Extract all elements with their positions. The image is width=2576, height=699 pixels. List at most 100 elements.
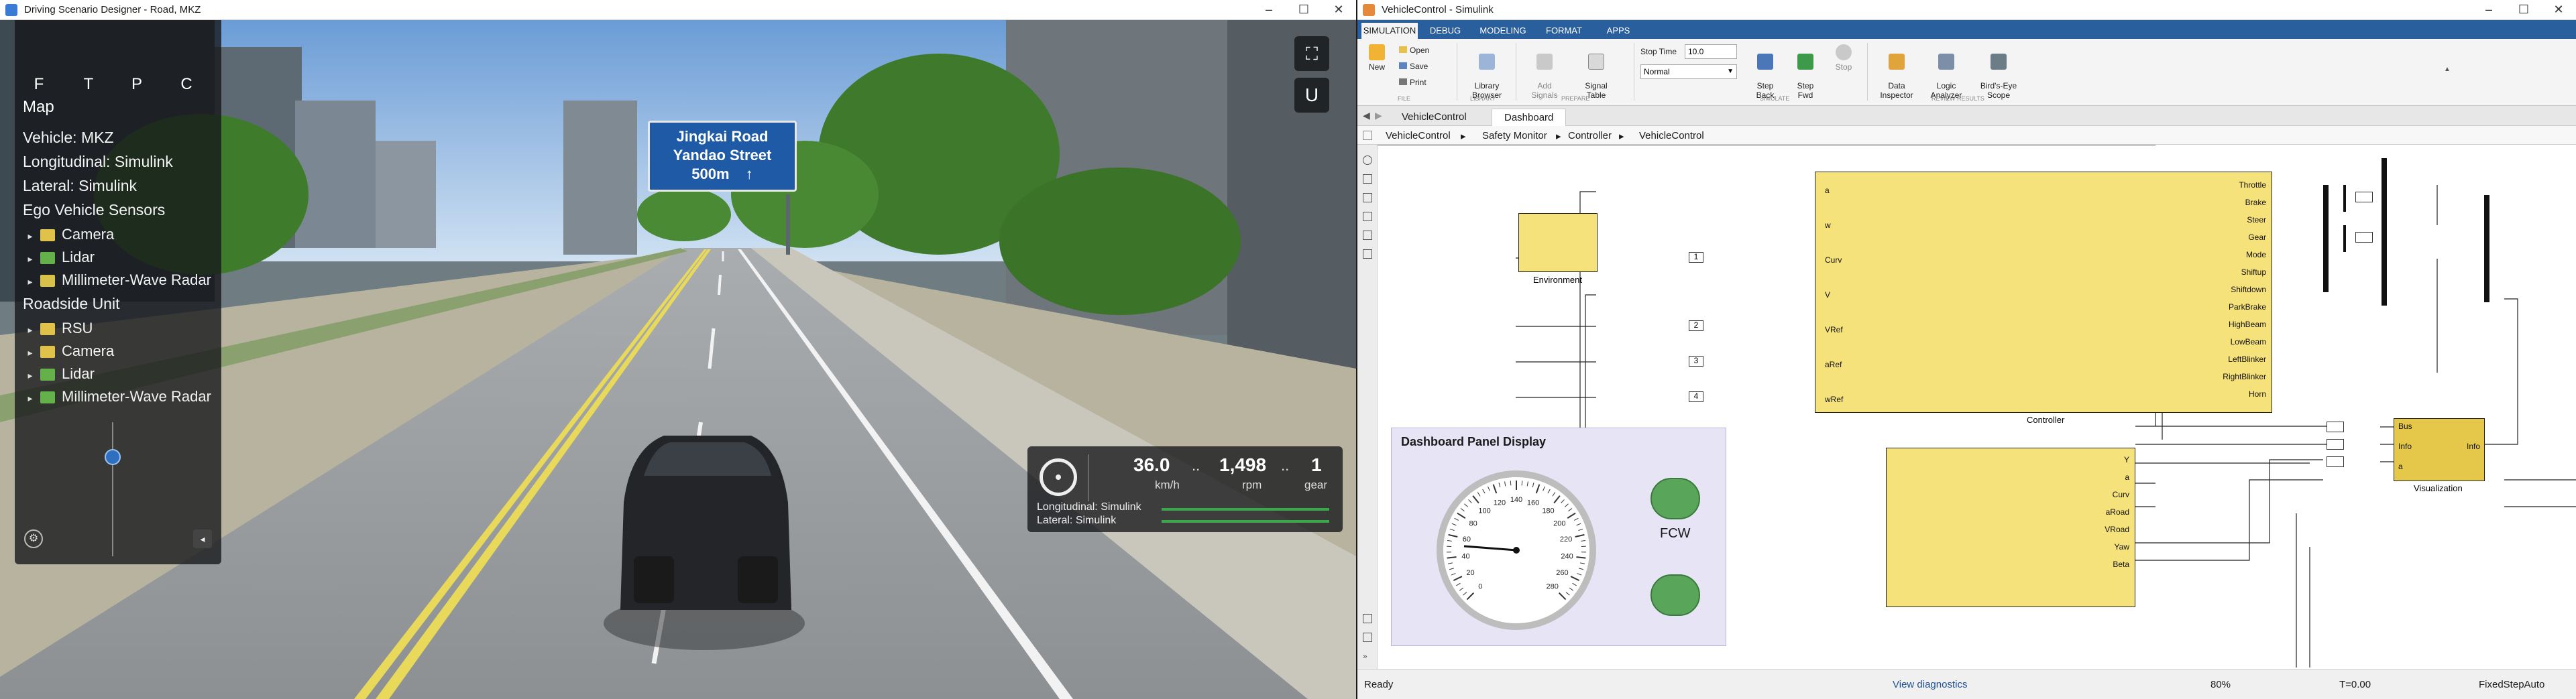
step-back-button[interactable]: Step Back bbox=[1746, 44, 1784, 100]
breadcrumb-item[interactable]: VehicleControl bbox=[1639, 130, 1704, 141]
chevron-right-icon[interactable]: ▸ bbox=[24, 365, 36, 386]
left-close-button[interactable]: ✕ bbox=[1321, 0, 1356, 20]
view-top-button[interactable]: T bbox=[74, 70, 103, 99]
mux-block[interactable] bbox=[2327, 422, 2344, 432]
view-diagnostics-link[interactable]: View diagnostics bbox=[1893, 679, 1967, 690]
print-button[interactable]: Print bbox=[1399, 78, 1426, 87]
tab-debug[interactable]: DEBUG bbox=[1422, 23, 1469, 39]
breadcrumb-item[interactable]: VehicleControl bbox=[1386, 130, 1451, 141]
chevron-right-icon[interactable]: ▸ bbox=[24, 271, 36, 292]
left-minimize-button[interactable]: – bbox=[1251, 0, 1286, 20]
new-button[interactable]: New bbox=[1363, 44, 1391, 72]
arrow-icon[interactable] bbox=[1363, 193, 1372, 202]
model-data-icon[interactable] bbox=[1363, 614, 1372, 623]
image-icon[interactable] bbox=[1363, 231, 1372, 240]
property-inspector-icon[interactable] bbox=[1363, 633, 1372, 642]
collapse-panel-icon[interactable]: ◂ bbox=[193, 529, 212, 548]
roadside-radar[interactable]: ▸ Millimeter-Wave Radar bbox=[24, 386, 211, 407]
doc-tab-vehiclecontrol[interactable]: VehicleControl bbox=[1390, 109, 1479, 126]
settings-icon[interactable]: ⚙ bbox=[24, 529, 43, 548]
open-button[interactable]: Open bbox=[1399, 46, 1429, 55]
area-icon[interactable] bbox=[1363, 249, 1372, 259]
view-chase-button[interactable]: C bbox=[172, 70, 201, 99]
controller-block[interactable]: a w Curv V VRef aRef wRef Throttle Brake… bbox=[1815, 172, 2272, 413]
stop-time-input[interactable]: 10.0 bbox=[1685, 44, 1737, 59]
gauge-tick-label: 140 bbox=[1510, 496, 1522, 504]
expand-icon[interactable]: » bbox=[1363, 651, 1367, 661]
breadcrumb-item[interactable]: Safety Monitor bbox=[1482, 130, 1547, 141]
data-inspector-button[interactable]: Data Inspector bbox=[1874, 44, 1919, 100]
tab-simulation[interactable]: SIMULATION bbox=[1361, 23, 1418, 39]
nav-back-icon[interactable]: ◀ bbox=[1363, 110, 1370, 121]
fcw-label: FCW bbox=[1660, 526, 1691, 541]
road-sign-line2: Yandao Street bbox=[673, 147, 772, 164]
chevron-right-icon[interactable]: ▸ bbox=[24, 342, 36, 363]
model-canvas[interactable]: Environment 1 2 3 4 a w Curv V VRef aRef… bbox=[1378, 145, 2576, 669]
controller-out-shiftup: Shiftup bbox=[2241, 267, 2266, 277]
signal-table-button[interactable]: Signal Table bbox=[1572, 44, 1620, 100]
tab-modeling[interactable]: MODELING bbox=[1473, 23, 1533, 39]
step-back-icon bbox=[1757, 54, 1773, 70]
arrow-up-icon: ↑ bbox=[745, 166, 753, 182]
mux-block[interactable] bbox=[2327, 439, 2344, 450]
chevron-right-icon[interactable]: ▸ bbox=[24, 225, 36, 247]
breadcrumb: VehicleControl ▸ Safety Monitor ▸ Contro… bbox=[1357, 126, 2576, 145]
tab-apps[interactable]: APPS bbox=[1595, 23, 1642, 39]
mux-block[interactable] bbox=[2327, 456, 2344, 467]
inport-4[interactable]: 4 bbox=[1689, 391, 1703, 402]
gain-block[interactable] bbox=[2355, 192, 2373, 202]
map-label[interactable]: Map bbox=[23, 98, 54, 117]
birds-eye-scope-button[interactable]: Bird's-Eye Scope bbox=[1973, 44, 2024, 100]
model-browser-icon[interactable] bbox=[1363, 131, 1372, 140]
dashboard-panel[interactable]: Dashboard Panel Display 0 20 40 60 80 100 120 1… bbox=[1391, 428, 1726, 646]
step-forward-button[interactable]: Step Fwd bbox=[1787, 44, 1824, 100]
zoom-icon[interactable] bbox=[1363, 155, 1372, 165]
chevron-right-icon[interactable]: ▸ bbox=[24, 387, 36, 409]
annotation-icon[interactable] bbox=[1363, 212, 1372, 221]
vehicle-dynamics-block[interactable]: Y a Curv aRoad VRoad Yaw Beta bbox=[1886, 448, 2135, 607]
expand-view-button[interactable]: ⛶ bbox=[1294, 36, 1329, 71]
fit-view-icon[interactable] bbox=[1363, 174, 1372, 184]
doc-tab-dashboard[interactable]: Dashboard bbox=[1492, 109, 1567, 126]
fullscreen-icon[interactable] bbox=[1352, 40, 1353, 41]
add-signals-button[interactable]: Add Signals bbox=[1521, 44, 1568, 100]
roadside-lidar[interactable]: ▸ Lidar bbox=[24, 363, 94, 386]
save-button[interactable]: Save bbox=[1399, 62, 1428, 71]
visualization-in-info: Info bbox=[2398, 442, 2412, 451]
inport-1[interactable]: 1 bbox=[1689, 252, 1703, 263]
inport-2[interactable]: 2 bbox=[1689, 320, 1703, 331]
right-close-button[interactable]: ✕ bbox=[2541, 0, 2576, 20]
ego-sensor-radar[interactable]: ▸ Millimeter-Wave Radar bbox=[24, 269, 211, 291]
inport-3[interactable]: 3 bbox=[1689, 356, 1703, 367]
view-front-button[interactable]: F bbox=[24, 70, 54, 99]
ego-sensor-camera[interactable]: ▸ Camera bbox=[24, 224, 114, 245]
tab-format[interactable]: FORMAT bbox=[1537, 23, 1591, 39]
group-file-label: FILE bbox=[1398, 95, 1411, 102]
visualization-block[interactable]: Bus Info a Info bbox=[2394, 418, 2485, 481]
ego-sensor-lidar[interactable]: ▸ Lidar bbox=[24, 247, 94, 269]
3d-scene-view[interactable]: Jingkai Road Yandao Street 500m ↑ F T P … bbox=[0, 20, 1356, 699]
right-minimize-button[interactable]: – bbox=[2471, 0, 2506, 20]
chevron-right-icon[interactable]: ▸ bbox=[24, 319, 36, 340]
gain-block[interactable] bbox=[2355, 232, 2373, 243]
library-browser-button[interactable]: Library Browser bbox=[1465, 44, 1509, 100]
logic-analyzer-button[interactable]: Logic Analyzer bbox=[1923, 44, 1969, 100]
view-perspective-button[interactable]: P bbox=[122, 70, 152, 99]
breadcrumb-item[interactable]: Controller bbox=[1568, 130, 1612, 141]
speedometer-gauge[interactable]: 020406080100120 140 160180200220240260280 bbox=[1429, 463, 1604, 637]
zoom-slider-track[interactable] bbox=[112, 422, 113, 556]
simulation-mode-select[interactable]: Normal ▼ bbox=[1640, 64, 1737, 79]
solver-name[interactable]: FixedStepAuto bbox=[2479, 679, 2544, 690]
environment-block[interactable] bbox=[1518, 213, 1598, 272]
ribbon-collapse-icon[interactable]: ▲ bbox=[2444, 66, 2451, 73]
u-turn-button[interactable]: U bbox=[1294, 78, 1329, 113]
chevron-right-icon[interactable]: ▸ bbox=[24, 248, 36, 269]
left-maximize-button[interactable]: ☐ bbox=[1286, 0, 1321, 20]
roadside-rsu[interactable]: ▸ RSU bbox=[24, 318, 93, 339]
right-maximize-button[interactable]: ☐ bbox=[2506, 0, 2541, 20]
roadside-camera[interactable]: ▸ Camera bbox=[24, 340, 114, 362]
nav-forward-icon[interactable]: ▶ bbox=[1375, 110, 1382, 121]
zoom-slider-handle[interactable] bbox=[105, 449, 121, 465]
stop-button[interactable]: Stop bbox=[1827, 44, 1860, 72]
gauge-tick-label: 40 bbox=[1461, 553, 1469, 561]
